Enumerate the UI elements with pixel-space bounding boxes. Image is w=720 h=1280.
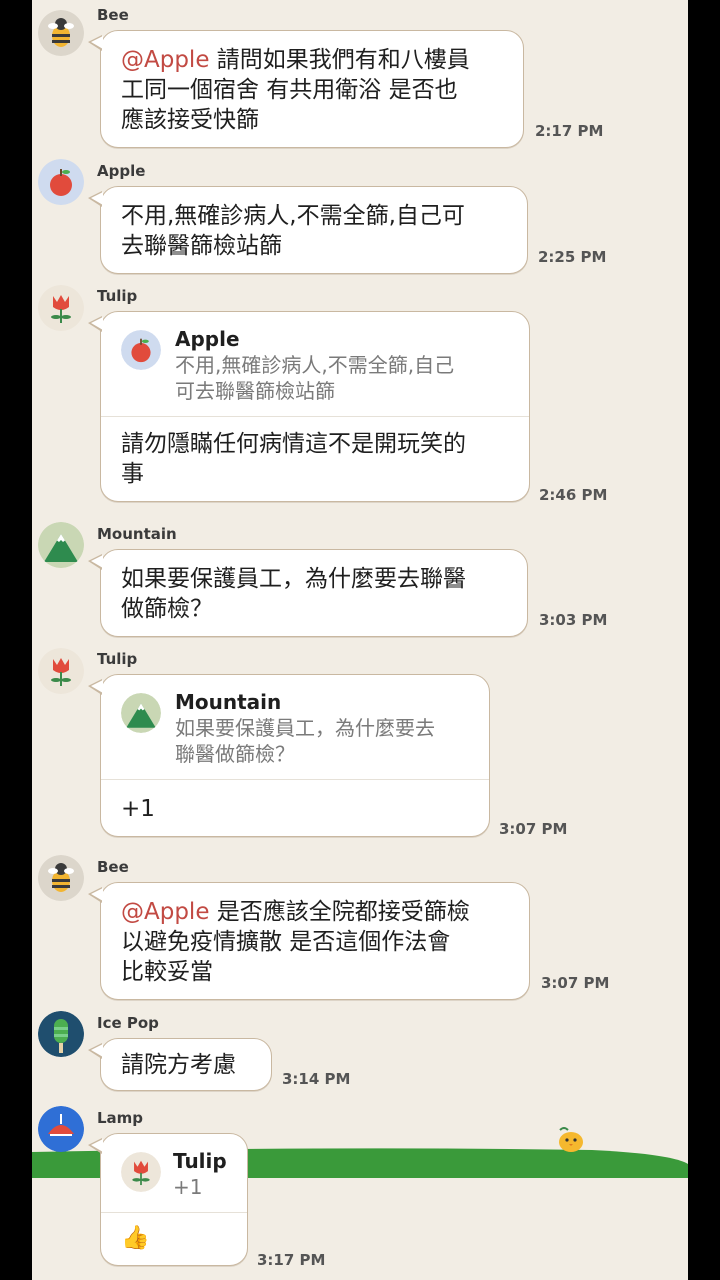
timestamp: 2:46 PM [539, 486, 608, 504]
sender-name: Mountain [97, 525, 177, 543]
sender-name: Tulip [97, 287, 138, 305]
mention-link[interactable]: @Apple [121, 899, 209, 925]
quoted-message[interactable]: Tulip +1 [101, 1134, 247, 1213]
lamp-icon[interactable] [38, 1106, 84, 1152]
reply-bubble[interactable]: Mountain 如果要保護員工，為什麼要去 聯醫做篩檢？ +1 [88, 674, 490, 837]
quoted-sender: Tulip [173, 1149, 227, 1173]
message-text: 請院方考慮 [121, 1052, 236, 1078]
tulip-icon [121, 1152, 161, 1192]
timestamp: 3:14 PM [282, 1070, 351, 1088]
tulip-icon[interactable] [38, 285, 84, 331]
bee-icon[interactable] [38, 10, 84, 56]
sender-name: Lamp [97, 1109, 144, 1127]
quoted-message[interactable]: Mountain 如果要保護員工，為什麼要去 聯醫做篩檢？ [101, 675, 489, 780]
bee-icon[interactable] [38, 855, 84, 901]
timestamp: 2:25 PM [538, 248, 607, 266]
message-bubble[interactable]: 如果要保護員工，為什麼要去聯醫 做篩檢？ [88, 549, 528, 637]
timestamp: 2:17 PM [535, 122, 604, 140]
quoted-text: 不用,無確診病人,不需全篩,自己 可去聯醫篩檢站篩 [175, 353, 455, 403]
sender-name: Apple [97, 162, 146, 180]
timestamp: 3:17 PM [257, 1251, 326, 1269]
message-text: 如果要保護員工，為什麼要去聯醫 做篩檢？ [121, 566, 466, 622]
message-bubble[interactable]: 不用,無確診病人,不需全篩,自己可 去聯醫篩檢站篩 [88, 186, 528, 274]
quoted-message[interactable]: Apple 不用,無確診病人,不需全篩,自己 可去聯醫篩檢站篩 [101, 312, 529, 417]
quoted-text: +1 [173, 1175, 203, 1199]
sender-name: Ice Pop [97, 1014, 159, 1032]
mountain-icon [121, 693, 161, 733]
message-bubble[interactable]: 請院方考慮 [88, 1038, 272, 1091]
reply-bubble[interactable]: Apple 不用,無確診病人,不需全篩,自己 可去聯醫篩檢站篩 請勿隱瞞任何病情… [88, 311, 530, 502]
timestamp: 3:07 PM [541, 974, 610, 992]
quoted-text: 如果要保護員工，為什麼要去 聯醫做篩檢？ [175, 716, 435, 766]
message-text: +1 [121, 796, 155, 822]
chat-window[interactable]: Bee @Apple 請問如果我們有和八樓員 工同一個宿舍 有共用衛浴 是否也 … [32, 0, 688, 1280]
reply-bubble[interactable]: Tulip +1 👍 [88, 1133, 248, 1266]
message-bubble[interactable]: @Apple 請問如果我們有和八樓員 工同一個宿舍 有共用衛浴 是否也 應該接受… [88, 30, 524, 148]
apple-icon[interactable] [38, 159, 84, 205]
sender-name: Bee [97, 858, 129, 876]
message-text: 不用,無確診病人,不需全篩,自己可 去聯醫篩檢站篩 [121, 203, 465, 259]
apple-icon [121, 330, 161, 370]
mountain-icon[interactable] [38, 522, 84, 568]
ice-pop-icon[interactable] [38, 1011, 84, 1057]
quoted-sender: Mountain [175, 690, 282, 714]
thumbs-up-icon: 👍 [121, 1225, 150, 1251]
chick-icon [559, 1127, 583, 1152]
sender-name: Bee [97, 6, 129, 24]
timestamp: 3:07 PM [499, 820, 568, 838]
message-text: 請勿隱瞞任何病情這不是開玩笑的 事 [121, 431, 466, 487]
quoted-sender: Apple [175, 327, 240, 351]
message-bubble[interactable]: @Apple 是否應該全院都接受篩檢 以避免疫情擴散 是否這個作法會 比較妥當 [88, 882, 530, 1000]
mention-link[interactable]: @Apple [121, 47, 209, 73]
sender-name: Tulip [97, 650, 138, 668]
tulip-icon[interactable] [38, 648, 84, 694]
timestamp: 3:03 PM [539, 611, 608, 629]
